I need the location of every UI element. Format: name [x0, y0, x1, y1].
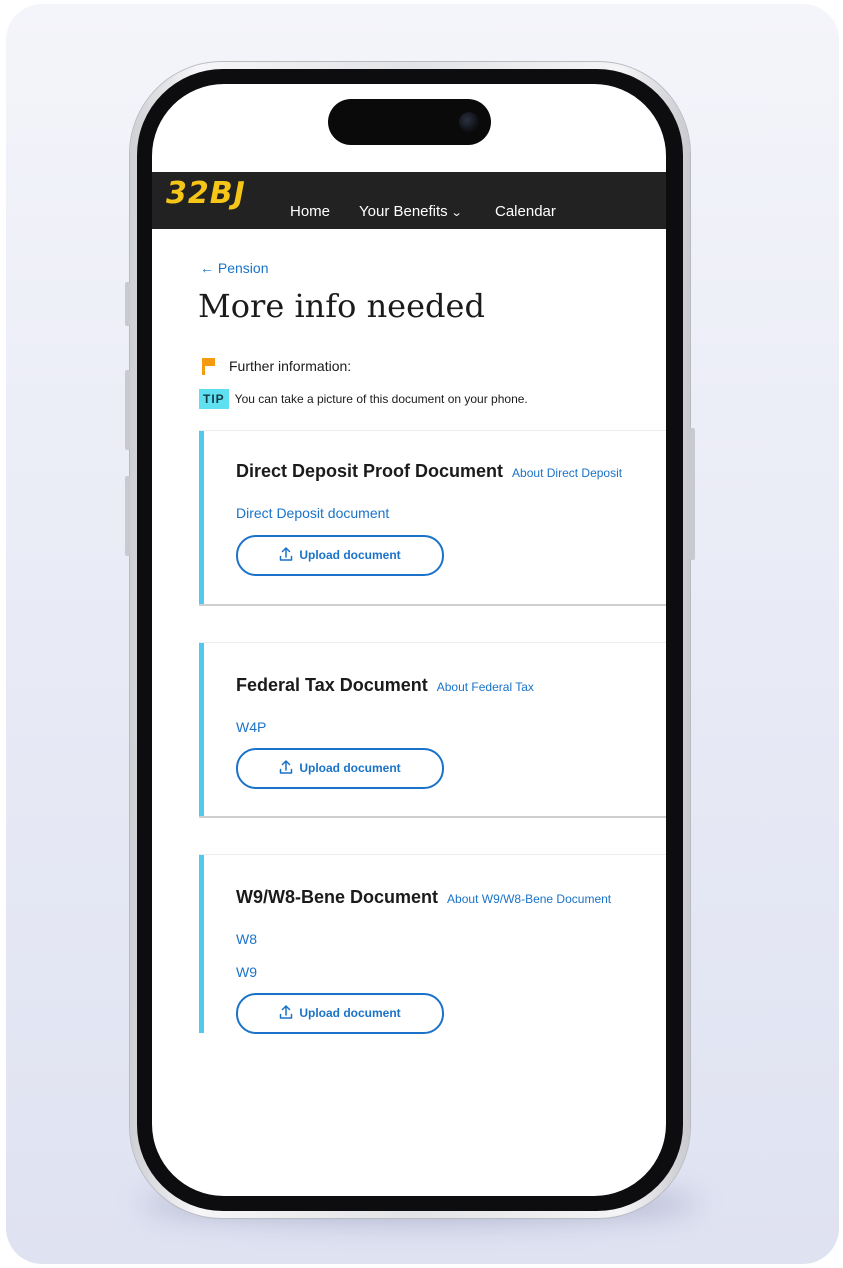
- nav-item-label: Your Benefits: [359, 203, 448, 220]
- flag-icon: [202, 358, 218, 376]
- back-link-pension[interactable]: ← Pension: [200, 260, 268, 276]
- document-title-text: W9/W8-Bene Document: [236, 887, 439, 907]
- further-info-label: Further information:: [229, 358, 352, 374]
- upload-icon: [280, 547, 293, 561]
- nav-item-your-benefits[interactable]: Your Benefits ⌄: [359, 203, 463, 220]
- upload-button-label: Upload document: [299, 761, 401, 775]
- document-card-w9-w8-bene: W9/W8-Bene Document About W9/W8-Bene Doc…: [199, 855, 666, 1034]
- upload-document-button[interactable]: Upload document: [236, 993, 444, 1034]
- about-direct-deposit-link[interactable]: About Direct Deposit: [512, 466, 622, 480]
- phone-volume-up-button: [125, 370, 130, 450]
- phone-screen: 32BJ Home Your Benefits ⌄ Calendar ← Pens…: [152, 84, 666, 1196]
- document-title: Direct Deposit Proof Document About Dire…: [236, 461, 622, 482]
- about-federal-tax-link[interactable]: About Federal Tax: [437, 680, 534, 694]
- document-card-direct-deposit: Direct Deposit Proof Document About Dire…: [199, 431, 666, 604]
- tip-text: You can take a picture of this document …: [234, 392, 528, 406]
- direct-deposit-document-link[interactable]: Direct Deposit document: [236, 505, 389, 521]
- w4p-link[interactable]: W4P: [236, 719, 266, 735]
- w8-link[interactable]: W8: [236, 931, 257, 947]
- phone-power-button: [690, 428, 695, 560]
- document-title: Federal Tax Document About Federal Tax: [236, 675, 534, 696]
- upload-icon: [280, 1005, 293, 1019]
- phone-action-button: [125, 282, 130, 326]
- tip-row: TIP You can take a picture of this docume…: [199, 389, 528, 411]
- upload-button-label: Upload document: [299, 548, 401, 562]
- document-title: W9/W8-Bene Document About W9/W8-Bene Doc…: [236, 887, 611, 908]
- nav-item-label: Calendar: [495, 203, 556, 220]
- dynamic-island: [328, 99, 491, 145]
- upload-icon: [280, 760, 293, 774]
- camera-icon: [459, 112, 479, 132]
- document-title-text: Direct Deposit Proof Document: [236, 461, 504, 481]
- upload-button-label: Upload document: [299, 1006, 401, 1020]
- nav-item-home[interactable]: Home: [290, 203, 330, 220]
- tip-badge: TIP: [199, 389, 229, 409]
- document-card-federal-tax: Federal Tax Document About Federal Tax W…: [199, 643, 666, 816]
- chevron-down-icon: ⌄: [450, 207, 463, 219]
- upload-document-button[interactable]: Upload document: [236, 535, 444, 576]
- w9-link[interactable]: W9: [236, 964, 257, 980]
- logo-32bj[interactable]: 32BJ: [166, 176, 246, 211]
- top-nav-bar: 32BJ Home Your Benefits ⌄ Calendar: [152, 172, 666, 229]
- nav-item-label: Home: [290, 203, 331, 220]
- nav-item-calendar[interactable]: Calendar: [495, 203, 556, 220]
- page-title: More info needed: [198, 287, 485, 325]
- phone-volume-down-button: [125, 476, 130, 556]
- upload-document-button[interactable]: Upload document: [236, 748, 444, 789]
- about-w9-w8-bene-link[interactable]: About W9/W8-Bene Document: [447, 892, 611, 906]
- document-title-text: Federal Tax Document: [236, 675, 428, 695]
